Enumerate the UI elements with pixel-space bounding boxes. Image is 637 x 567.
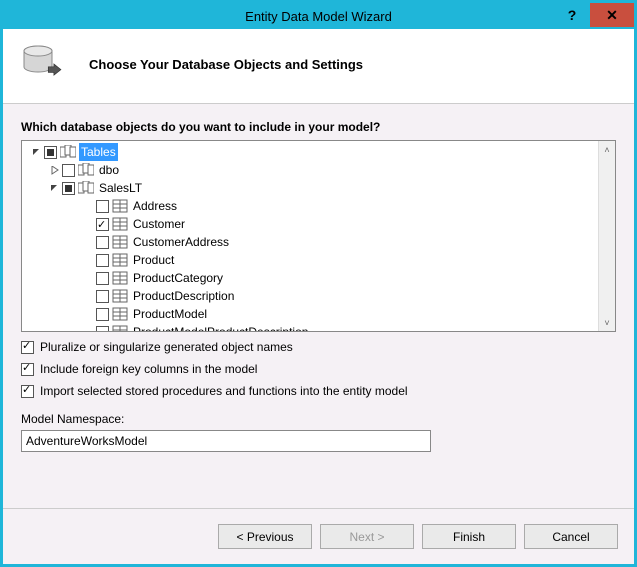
checkbox-productcategory[interactable] [96, 272, 109, 285]
checkbox-fk[interactable] [21, 363, 34, 376]
checkbox-productmodel[interactable] [96, 308, 109, 321]
next-button: Next > [320, 524, 414, 549]
table-icon [112, 235, 128, 249]
tree-label-customeraddress: CustomerAddress [131, 233, 231, 251]
cancel-button[interactable]: Cancel [524, 524, 618, 549]
wizard-window: Entity Data Model Wizard ? ✕ Choose Your… [0, 0, 637, 567]
tree-node-tables[interactable]: Tables [24, 143, 598, 161]
tree-label-tables: Tables [79, 143, 118, 161]
content-area: Which database objects do you want to in… [3, 104, 634, 509]
tables-icon [60, 145, 76, 159]
tree-node-product[interactable]: Product [24, 251, 598, 269]
tree-label-product: Product [131, 251, 176, 269]
table-icon [112, 199, 128, 213]
table-icon [112, 289, 128, 303]
checkbox-dbo[interactable] [62, 164, 75, 177]
previous-button[interactable]: < Previous [218, 524, 312, 549]
checkbox-productdescription[interactable] [96, 290, 109, 303]
tree-label-productmodelproductdescription: ProductModelProductDescription [131, 323, 310, 331]
checkbox-product[interactable] [96, 254, 109, 267]
table-icon [112, 325, 128, 331]
checkbox-productmodelproductdescription[interactable] [96, 326, 109, 332]
checkbox-customer[interactable] [96, 218, 109, 231]
tree-label-productcategory: ProductCategory [131, 269, 225, 287]
tree-label-productmodel: ProductModel [131, 305, 209, 323]
scroll-track[interactable] [599, 158, 615, 314]
tree-node-customeraddress[interactable]: CustomerAddress [24, 233, 598, 251]
tree-node-productmodelproductdescription[interactable]: ProductModelProductDescription [24, 323, 598, 331]
option-pluralize-label: Pluralize or singularize generated objec… [40, 340, 293, 354]
option-sp[interactable]: Import selected stored procedures and fu… [21, 384, 616, 398]
tree-label-productdescription: ProductDescription [131, 287, 236, 305]
table-icon [112, 217, 128, 231]
namespace-label: Model Namespace: [21, 412, 616, 426]
checkbox-pluralize[interactable] [21, 341, 34, 354]
expand-icon[interactable] [48, 164, 60, 176]
checkbox-saleslt[interactable] [62, 182, 75, 195]
footer: < Previous Next > Finish Cancel [3, 508, 634, 564]
tree-container: Tables dbo SalesLT Addres [21, 140, 616, 332]
header-text: Choose Your Database Objects and Setting… [89, 57, 363, 72]
namespace-input[interactable] [21, 430, 431, 452]
prompt-text: Which database objects do you want to in… [21, 120, 616, 134]
finish-button[interactable]: Finish [422, 524, 516, 549]
titlebar: Entity Data Model Wizard ? ✕ [3, 3, 634, 29]
titlebar-buttons: ? ✕ [554, 3, 634, 27]
tree-node-productmodel[interactable]: ProductModel [24, 305, 598, 323]
tree-node-productcategory[interactable]: ProductCategory [24, 269, 598, 287]
schema-icon [78, 163, 94, 177]
checkbox-tables[interactable] [44, 146, 57, 159]
tree-label-customer: Customer [131, 215, 187, 233]
checkbox-customeraddress[interactable] [96, 236, 109, 249]
object-tree[interactable]: Tables dbo SalesLT Addres [22, 141, 598, 331]
tree-label-saleslt: SalesLT [97, 179, 144, 197]
checkbox-sp[interactable] [21, 385, 34, 398]
scroll-down-icon[interactable]: ˅ [599, 314, 615, 331]
option-fk-label: Include foreign key columns in the model [40, 362, 257, 376]
schema-icon [78, 181, 94, 195]
scrollbar[interactable]: ˄ ˅ [598, 141, 615, 331]
expand-icon[interactable] [30, 146, 42, 158]
table-icon [112, 271, 128, 285]
wizard-header: Choose Your Database Objects and Setting… [3, 29, 634, 104]
table-icon [112, 307, 128, 321]
close-button[interactable]: ✕ [590, 3, 634, 27]
tree-label-dbo: dbo [97, 161, 121, 179]
tree-node-productdescription[interactable]: ProductDescription [24, 287, 598, 305]
tree-node-customer[interactable]: Customer [24, 215, 598, 233]
tree-node-dbo[interactable]: dbo [24, 161, 598, 179]
checkbox-address[interactable] [96, 200, 109, 213]
option-sp-label: Import selected stored procedures and fu… [40, 384, 408, 398]
window-title: Entity Data Model Wizard [3, 9, 634, 24]
help-button[interactable]: ? [554, 3, 590, 27]
scroll-up-icon[interactable]: ˄ [599, 141, 615, 158]
option-fk[interactable]: Include foreign key columns in the model [21, 362, 616, 376]
option-pluralize[interactable]: Pluralize or singularize generated objec… [21, 340, 616, 354]
tree-node-address[interactable]: Address [24, 197, 598, 215]
expand-icon[interactable] [48, 182, 60, 194]
database-icon [21, 43, 67, 85]
tree-node-saleslt[interactable]: SalesLT [24, 179, 598, 197]
tree-label-address: Address [131, 197, 179, 215]
table-icon [112, 253, 128, 267]
